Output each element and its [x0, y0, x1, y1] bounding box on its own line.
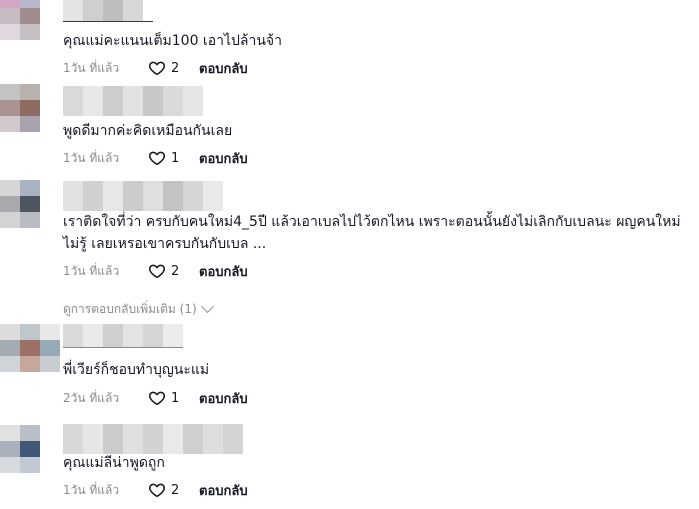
view-more-replies-label: ดูการตอบกลับเพิ่มเติม (1) [63, 302, 197, 316]
like-count: 2 [171, 60, 180, 76]
comment-meta: 1วัน ที่แล้ว 2 ตอบกลับ [63, 260, 248, 282]
comment-timestamp: 1วัน ที่แล้ว [63, 150, 120, 165]
comment-text: เราติดใจที่ว่า ครบกับคนใหม่4_5ปี แล้วเอา… [63, 214, 681, 252]
like-count: 2 [171, 482, 180, 498]
comment-meta: 1วัน ที่แล้ว 2 ตอบกลับ [63, 57, 248, 79]
view-more-replies-button[interactable]: ดูการตอบกลับเพิ่มเติม (1) [63, 300, 214, 319]
comment-text: พี่เวียร์ก็ชอบทำบุญนะแม่ [63, 362, 210, 378]
heart-outline-icon[interactable] [148, 389, 166, 407]
like-button[interactable]: 2 [148, 262, 199, 280]
comment-text: คุณแม่ลีน่าพูดถูก [63, 455, 165, 471]
reply-button[interactable]: ตอบกลับ [199, 480, 248, 501]
avatar[interactable] [0, 425, 40, 473]
reply-button[interactable]: ตอบกลับ [199, 58, 248, 79]
comment-text: คุณแม่คะแนนเต็ม100 เอาไปล้านจ้า [63, 33, 282, 49]
like-button[interactable]: 1 [148, 149, 199, 167]
comment-meta: 1วัน ที่แล้ว 1 ตอบกลับ [63, 147, 248, 169]
username-redacted[interactable] [63, 0, 153, 22]
avatar-secondary [40, 324, 64, 372]
reply-button[interactable]: ตอบกลับ [199, 261, 248, 282]
comment-timestamp: 1วัน ที่แล้ว [63, 482, 120, 497]
avatar[interactable] [0, 324, 40, 372]
like-button[interactable]: 2 [148, 481, 199, 499]
like-count: 1 [171, 390, 180, 406]
reply-button[interactable]: ตอบกลับ [199, 388, 248, 409]
heart-outline-icon[interactable] [148, 59, 166, 77]
avatar[interactable] [0, 180, 40, 228]
username-redacted[interactable] [63, 324, 183, 348]
heart-outline-icon[interactable] [148, 149, 166, 167]
comment-timestamp: 1วัน ที่แล้ว [63, 60, 120, 75]
comment-text: พูดดีมากค่ะคิดเหมือนกันเลย [63, 123, 233, 139]
username-redacted[interactable] [63, 86, 203, 116]
comment-meta: 2วัน ที่แล้ว 1 ตอบกลับ [63, 387, 248, 409]
like-count: 1 [171, 150, 180, 166]
avatar[interactable] [0, 0, 40, 40]
chevron-down-icon [200, 300, 214, 314]
comment-meta: 1วัน ที่แล้ว 2 ตอบกลับ [63, 479, 248, 501]
comment-timestamp: 2วัน ที่แล้ว [63, 390, 120, 405]
like-count: 2 [171, 263, 180, 279]
username-redacted[interactable] [63, 424, 253, 454]
like-button[interactable]: 2 [148, 59, 199, 77]
avatar[interactable] [0, 84, 40, 132]
username-redacted[interactable] [63, 181, 223, 211]
heart-outline-icon[interactable] [148, 481, 166, 499]
like-button[interactable]: 1 [148, 389, 199, 407]
heart-outline-icon[interactable] [148, 262, 166, 280]
reply-button[interactable]: ตอบกลับ [199, 148, 248, 169]
comment-timestamp: 1วัน ที่แล้ว [63, 263, 120, 278]
